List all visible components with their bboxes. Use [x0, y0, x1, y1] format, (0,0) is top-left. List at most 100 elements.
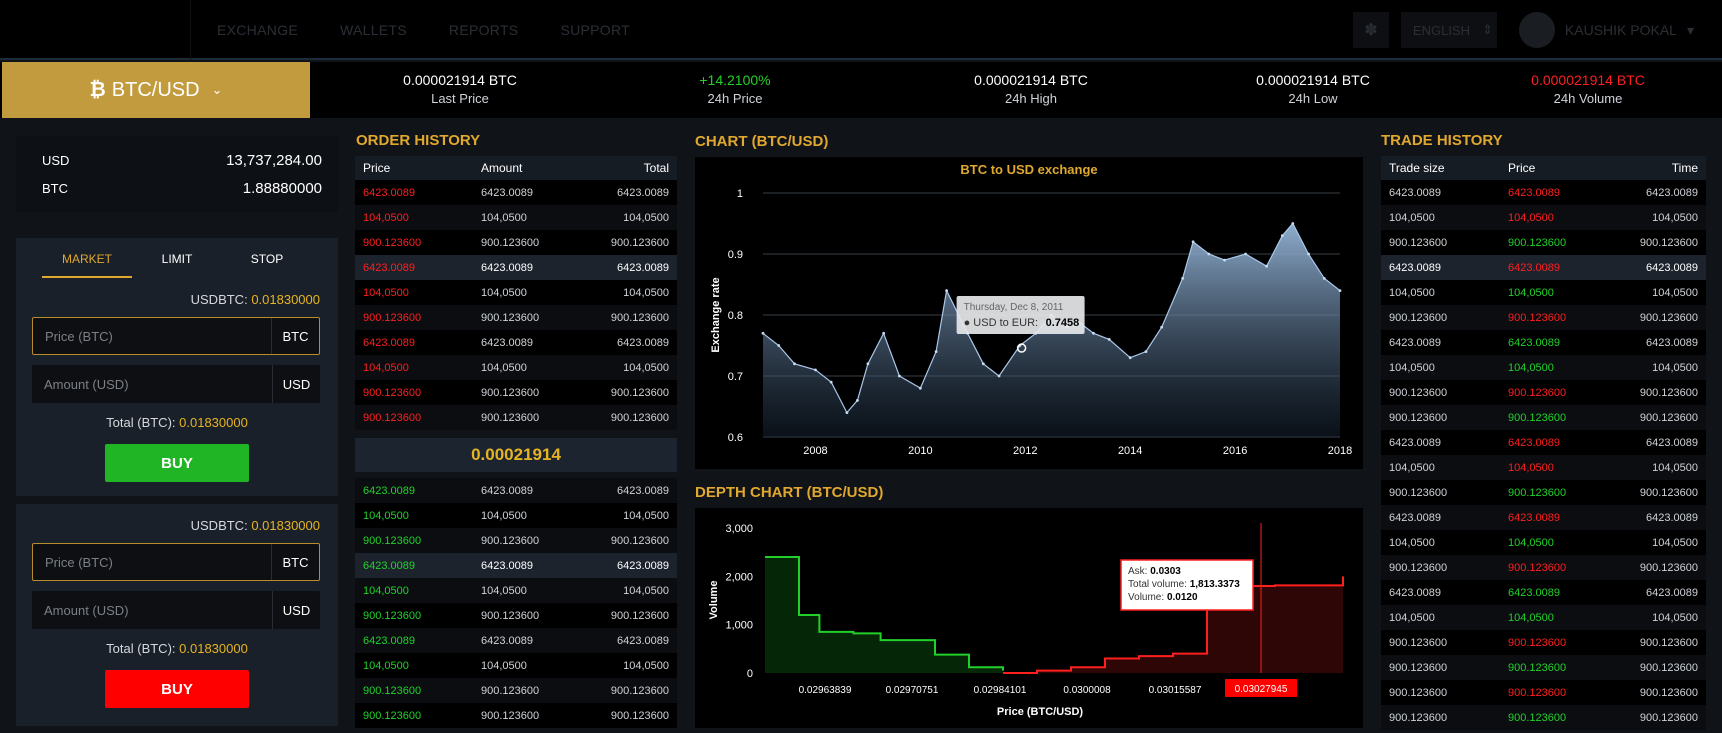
cell-total: 104,0500	[623, 584, 669, 597]
cell-total: 900.123600	[610, 386, 669, 399]
table-row[interactable]: 104,0500 104,0500 104,0500	[1381, 455, 1706, 480]
table-row[interactable]: 104,0500 104,0500 104,0500	[355, 578, 677, 603]
table-row[interactable]: 104,0500 104,0500 104,0500	[1381, 530, 1706, 555]
change-label: 24h Price	[707, 91, 763, 106]
table-row[interactable]: 900.123600 900.123600 900.123600	[1381, 305, 1706, 330]
cell-price: 104,0500	[363, 584, 409, 597]
table-row[interactable]: 6423.0089 6423.0089 6423.0089	[355, 553, 677, 578]
cell-price: 900.123600	[1508, 661, 1567, 674]
cell-time: 104,0500	[1652, 286, 1698, 299]
table-row[interactable]: 104,0500 104,0500 104,0500	[1381, 355, 1706, 380]
cell-price: 6423.0089	[363, 186, 415, 199]
table-row[interactable]: 104,0500 104,0500 104,0500	[1381, 605, 1706, 630]
trade-history-table: Trade size Price Time 6423.0089 6423.0089…	[1381, 156, 1706, 730]
data-point	[1280, 234, 1284, 238]
table-row[interactable]: 104,0500 104,0500 104,0500	[355, 355, 677, 380]
cell-trade-size: 6423.0089	[1389, 261, 1441, 274]
cell-price: 104,0500	[1508, 611, 1554, 624]
user-menu[interactable]: KAUSHIK POKAL ▾	[1518, 12, 1694, 48]
sell-button[interactable]: BUY	[105, 670, 249, 708]
nav-reports[interactable]: REPORTS	[449, 22, 519, 38]
table-row[interactable]: 900.123600 900.123600 900.123600	[1381, 380, 1706, 405]
table-row[interactable]: 900.123600 900.123600 900.123600	[355, 703, 677, 728]
table-row[interactable]: 6423.0089 6423.0089 6423.0089	[1381, 255, 1706, 280]
tab-limit[interactable]: LIMIT	[132, 252, 222, 278]
table-row[interactable]: 104,0500 104,0500 104,0500	[1381, 280, 1706, 305]
table-row[interactable]: 900.123600 900.123600 900.123600	[1381, 405, 1706, 430]
tab-stop[interactable]: STOP	[222, 252, 312, 278]
cell-total: 900.123600	[610, 236, 669, 249]
table-row[interactable]: 900.123600 900.123600 900.123600	[1381, 630, 1706, 655]
table-row[interactable]: 6423.0089 6423.0089 6423.0089	[1381, 430, 1706, 455]
settings-button[interactable]: ✽	[1352, 12, 1389, 48]
data-point	[1244, 252, 1247, 256]
table-row[interactable]: 900.123600 900.123600 900.123600	[1381, 555, 1706, 580]
table-row[interactable]: 104,0500 104,0500 104,0500	[355, 653, 677, 678]
depth-chart-svg: 0 1,000 2,000 3,000 0.02963839 0.02970751 0.02…	[708, 523, 1344, 718]
col-price: Price	[1508, 161, 1536, 175]
table-row[interactable]: 6423.0089 6423.0089 6423.0089	[1381, 580, 1706, 605]
table-row[interactable]: 6423.0089 6423.0089 6423.0089	[1381, 505, 1706, 530]
pair-selector[interactable]: ₿ BTC/USD ⌄	[2, 62, 310, 118]
table-row[interactable]: 104,0500 104,0500 104,0500	[355, 280, 677, 305]
cell-price: 900.123600	[363, 311, 422, 324]
price-input[interactable]: Price (BTC)	[33, 329, 271, 344]
table-row[interactable]: 900.123600 900.123600 900.123600	[355, 380, 677, 405]
price-chart[interactable]: BTC to USD exchange 0.6 0.7 0.8 0.9 1 2008 2010…	[695, 157, 1363, 469]
x-tick-label: 2018	[1328, 445, 1352, 457]
tooltip-ask-label: Ask: 0.0303	[1128, 566, 1181, 577]
cell-trade-size: 6423.0089	[1389, 436, 1441, 449]
depth-chart[interactable]: 0 1,000 2,000 3,000 0.02963839 0.02970751 0.02…	[695, 508, 1363, 728]
price-field[interactable]: Price (BTC) BTC	[32, 543, 320, 581]
table-row[interactable]: 900.123600 900.123600 900.123600	[1381, 480, 1706, 505]
table-row[interactable]: 900.123600 900.123600 900.123600	[1381, 680, 1706, 705]
nav-wallets[interactable]: WALLETS	[340, 22, 407, 38]
cell-price: 900.123600	[363, 236, 422, 249]
y-tick-label: 0.6	[728, 432, 743, 444]
table-row[interactable]: 6423.0089 6423.0089 6423.0089	[355, 628, 677, 653]
cell-price: 900.123600	[363, 534, 422, 547]
cell-trade-size: 104,0500	[1389, 461, 1435, 474]
table-row[interactable]: 6423.0089 6423.0089 6423.0089	[355, 478, 677, 503]
amount-input[interactable]: Amount (USD)	[32, 377, 272, 392]
low-value: 0.000021914 BTC	[1256, 72, 1370, 88]
language-select[interactable]: ENGLISH ⇕	[1400, 12, 1497, 48]
table-row[interactable]: 900.123600 900.123600 900.123600	[355, 603, 677, 628]
cell-amount: 6423.0089	[481, 336, 533, 349]
mid-price: 0.00021914	[355, 438, 677, 472]
price-field[interactable]: Price (BTC) BTC	[32, 317, 320, 355]
price-input[interactable]: Price (BTC)	[33, 555, 271, 570]
table-row[interactable]: 104,0500 104,0500 104,0500	[355, 205, 677, 230]
data-point	[1181, 277, 1185, 280]
table-row[interactable]: 6423.0089 6423.0089 6423.0089	[1381, 330, 1706, 355]
cell-price: 900.123600	[363, 411, 422, 424]
table-row[interactable]: 900.123600 900.123600 900.123600	[1381, 230, 1706, 255]
table-row[interactable]: 900.123600 900.123600 900.123600	[355, 405, 677, 430]
tab-market[interactable]: MARKET	[42, 252, 132, 278]
table-row[interactable]: 6423.0089 6423.0089 6423.0089	[1381, 180, 1706, 205]
nav-support[interactable]: SUPPORT	[560, 22, 630, 38]
table-row[interactable]: 6423.0089 6423.0089 6423.0089	[355, 180, 677, 205]
table-row[interactable]: 900.123600 900.123600 900.123600	[355, 678, 677, 703]
cell-price: 900.123600	[1508, 386, 1567, 399]
table-row[interactable]: 900.123600 900.123600 900.123600	[1381, 655, 1706, 680]
table-row[interactable]: 6423.0089 6423.0089 6423.0089	[355, 330, 677, 355]
cell-price: 104,0500	[1508, 361, 1554, 374]
buy-button[interactable]: BUY	[105, 444, 249, 482]
cell-total: 900.123600	[610, 534, 669, 547]
tooltip-volume-label: Volume: 0.0120	[1128, 592, 1198, 603]
table-row[interactable]: 6423.0089 6423.0089 6423.0089	[355, 255, 677, 280]
table-row[interactable]: 900.123600 900.123600 900.123600	[355, 528, 677, 553]
table-row[interactable]: 104,0500 104,0500 104,0500	[355, 503, 677, 528]
table-row[interactable]: 900.123600 900.123600 900.123600	[355, 305, 677, 330]
nav-exchange[interactable]: EXCHANGE	[217, 22, 298, 38]
table-row[interactable]: 104,0500 104,0500 104,0500	[1381, 205, 1706, 230]
table-row[interactable]: 900.123600 900.123600 900.123600	[355, 230, 677, 255]
tooltip-series: ● USD to EUR:	[964, 317, 1039, 329]
amount-input[interactable]: Amount (USD)	[32, 603, 272, 618]
amount-field[interactable]: Amount (USD) USD	[32, 365, 320, 403]
amount-field[interactable]: Amount (USD) USD	[32, 591, 320, 629]
cell-trade-size: 6423.0089	[1389, 586, 1441, 599]
table-row[interactable]: 900.123600 900.123600 900.123600	[1381, 705, 1706, 730]
cell-time: 104,0500	[1652, 461, 1698, 474]
